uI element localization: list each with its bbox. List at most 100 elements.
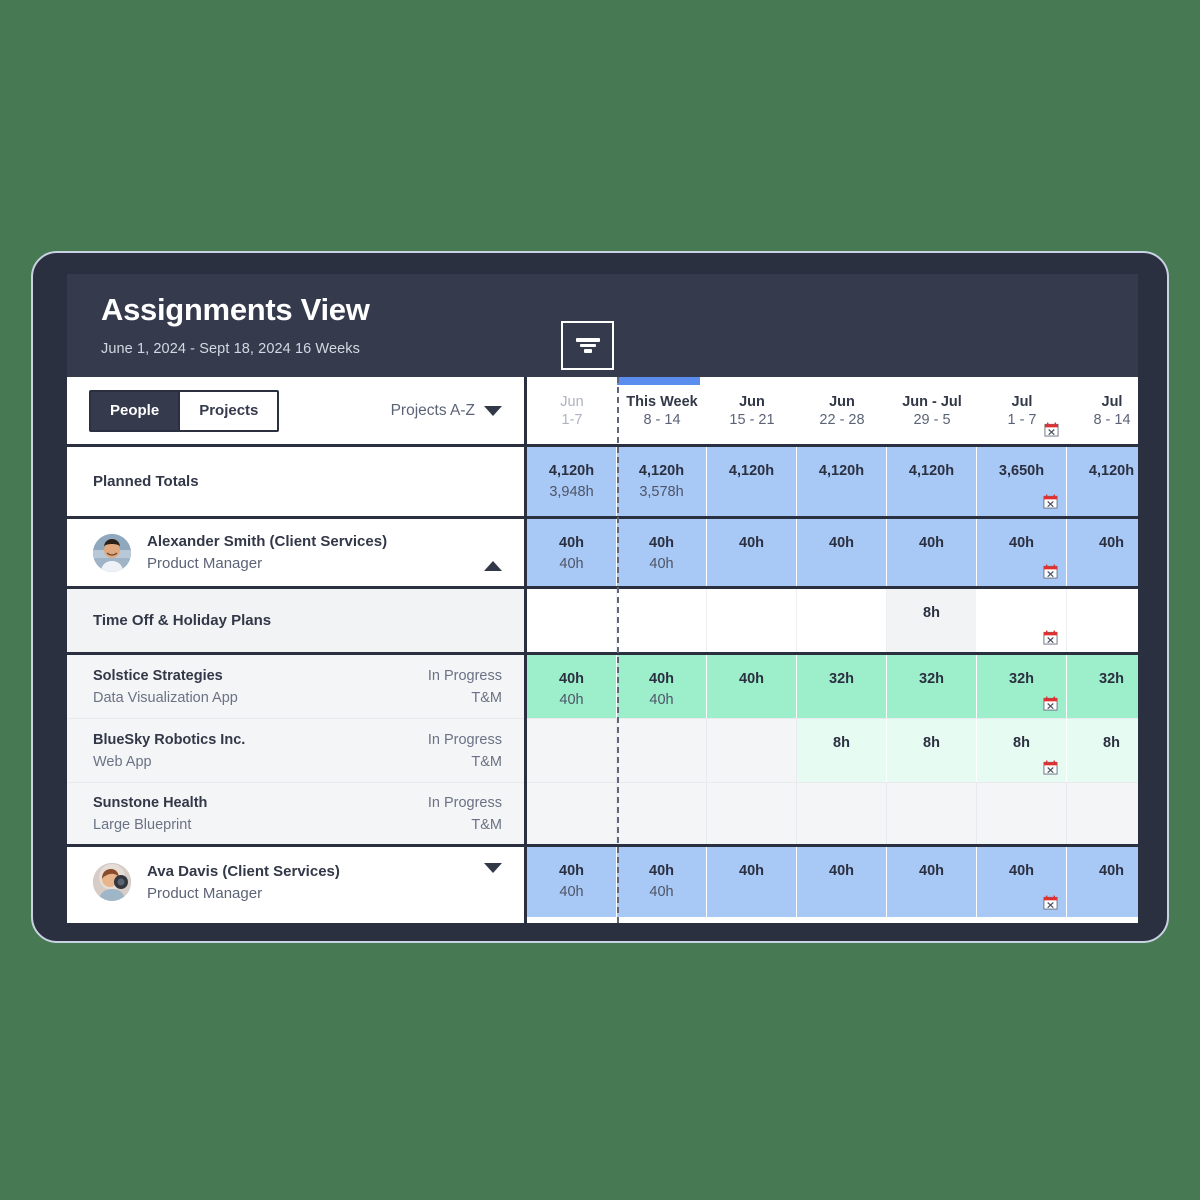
date-column-header-3[interactable]: Jun 22 - 28 (797, 377, 887, 444)
grid-cell[interactable] (617, 719, 707, 782)
date-column-month: Jun (829, 394, 855, 410)
row-project-solstice-strategies[interactable]: Solstice Strategies Data Visualization A… (67, 655, 524, 719)
table-right-pane: Jun 1-7 This Week 8 - 14 Jun 15 - 21 Jun 22 - 2… (527, 377, 1138, 923)
grid-cell[interactable]: 8h (887, 719, 977, 782)
grid-cell[interactable] (977, 589, 1067, 652)
date-column-header-2[interactable]: Jun 15 - 21 (707, 377, 797, 444)
grid-cell[interactable]: 40h (797, 847, 887, 917)
grid-cell[interactable]: 40h 40h (617, 847, 707, 917)
cell-planned-hours: 32h (829, 671, 854, 687)
grid-cell[interactable]: 40h (887, 519, 977, 586)
grid-cell[interactable] (527, 719, 617, 782)
grid-cell[interactable]: 40h 40h (527, 655, 617, 718)
row-person-alexander-smith[interactable]: Alexander Smith (Client Services) Produc… (67, 519, 524, 589)
grid-cell[interactable]: 32h (887, 655, 977, 718)
grid-cell[interactable]: 8h (1067, 719, 1138, 782)
grid-cell[interactable]: 4,120h (707, 447, 797, 516)
row-project-bluesky-robotics[interactable]: BlueSky Robotics Inc. Web App In Progres… (67, 719, 524, 783)
grid-cell[interactable]: 8h (977, 719, 1067, 782)
sort-dropdown[interactable]: Projects A-Z (391, 402, 502, 420)
tab-projects[interactable]: Projects (178, 391, 278, 430)
billing-type: T&M (471, 816, 502, 833)
cell-planned-hours: 4,120h (728, 463, 775, 479)
date-column-header-6[interactable]: Jul 8 - 14 (1067, 377, 1138, 444)
grid-cell[interactable]: 40h 40h (617, 655, 707, 718)
expand-person-toggle[interactable] (474, 863, 502, 891)
grid-cell[interactable]: 40h 40h (527, 519, 617, 586)
grid-cell[interactable] (527, 589, 617, 652)
date-column-days: 22 - 28 (819, 412, 865, 428)
filter-icon[interactable] (561, 321, 614, 370)
billing-type: T&M (471, 753, 502, 770)
grid-cell[interactable]: 8h (887, 589, 977, 652)
grid-cell[interactable]: 40h (707, 519, 797, 586)
grid-cell[interactable] (707, 589, 797, 652)
app-frame: Assignments View June 1, 2024 - Sept 18,… (31, 251, 1169, 943)
grid-cell[interactable] (707, 719, 797, 782)
tab-people[interactable]: People (91, 391, 179, 430)
grid-cell[interactable]: 4,120h (1067, 447, 1138, 516)
grid-cell[interactable] (797, 589, 887, 652)
grid-cell[interactable]: 4,120h 3,948h (527, 447, 617, 516)
cell-planned-hours: 40h (1009, 863, 1034, 879)
grid-cell[interactable]: 40h (707, 847, 797, 917)
cell-planned-hours: 4,120h (1088, 463, 1135, 479)
filter-bar-top (575, 338, 600, 342)
date-column-header-1[interactable]: This Week 8 - 14 (617, 377, 707, 444)
grid-cell[interactable]: 40h (977, 519, 1067, 586)
date-column-month: Jul (1011, 394, 1033, 410)
cell-planned-hours: 32h (1009, 671, 1034, 687)
grid-cell[interactable] (527, 783, 617, 844)
grid-cell[interactable]: 4,120h 3,578h (617, 447, 707, 516)
grid-cell[interactable]: 40h (797, 519, 887, 586)
grid-cell[interactable]: 32h (977, 655, 1067, 718)
project-name: Sunstone Health (93, 794, 208, 811)
date-column-header-4[interactable]: Jun - Jul 29 - 5 (887, 377, 977, 444)
grid-cell[interactable]: 40h (1067, 847, 1138, 917)
grid-cell[interactable]: 40h (977, 847, 1067, 917)
grid-cell[interactable]: 8h (797, 719, 887, 782)
grid-cell[interactable]: 4,120h (887, 447, 977, 516)
cell-planned-hours: 40h (559, 863, 584, 879)
row-person-ava-davis[interactable]: Ava Davis (Client Services) Product Mana… (67, 847, 524, 917)
grid-cell[interactable] (1067, 783, 1138, 844)
collapse-person-toggle[interactable] (474, 543, 502, 571)
date-column-days: 1-7 (561, 412, 583, 428)
grid-cell[interactable] (617, 589, 707, 652)
date-column-days: 1 - 7 (1007, 412, 1037, 428)
date-column-month: Jun (739, 394, 765, 410)
grid-cell[interactable]: 40h 40h (527, 847, 617, 917)
assignments-table: People Projects Projects A-Z Planned Tot… (67, 377, 1138, 923)
grid-cell[interactable]: 40h (887, 847, 977, 917)
date-column-days: 29 - 5 (913, 412, 951, 428)
cell-actual-hours: 40h (649, 884, 674, 900)
grid-cell[interactable] (887, 783, 977, 844)
grid-cell[interactable] (617, 783, 707, 844)
grid-cell[interactable]: 32h (1067, 655, 1138, 718)
cell-planned-hours: 4,120h (818, 463, 865, 479)
row-project-sunstone-health[interactable]: Sunstone Health Large Blueprint In Progr… (67, 783, 524, 847)
grid-cell[interactable] (1067, 589, 1138, 652)
calendar-conflict-icon (1044, 422, 1059, 437)
grid-cell[interactable]: 40h 40h (617, 519, 707, 586)
cell-planned-hours: 40h (1099, 863, 1124, 879)
date-header-row: Jun 1-7 This Week 8 - 14 Jun 15 - 21 Jun 22 - 2… (527, 377, 1138, 447)
date-column-header-5[interactable]: Jul 1 - 7 (977, 377, 1067, 444)
cell-planned-hours: 40h (1009, 535, 1034, 551)
grid-cell[interactable]: 4,120h (797, 447, 887, 516)
cell-planned-hours: 3,650h (998, 463, 1045, 479)
grid-cell[interactable] (707, 783, 797, 844)
date-column-header-0[interactable]: Jun 1-7 (527, 377, 617, 444)
avatar (93, 863, 131, 901)
grid-cell[interactable]: 40h (1067, 519, 1138, 586)
grid-cell[interactable] (977, 783, 1067, 844)
grid-cell[interactable] (797, 783, 887, 844)
cell-planned-hours: 8h (833, 735, 850, 751)
cell-planned-hours: 4,120h (908, 463, 955, 479)
status-badge: In Progress (427, 667, 502, 684)
grid-cell[interactable]: 40h (707, 655, 797, 718)
grid-cell[interactable]: 32h (797, 655, 887, 718)
view-mode-toggle[interactable]: People Projects (89, 389, 280, 432)
cell-planned-hours: 8h (923, 735, 940, 751)
grid-cell[interactable]: 3,650h (977, 447, 1067, 516)
